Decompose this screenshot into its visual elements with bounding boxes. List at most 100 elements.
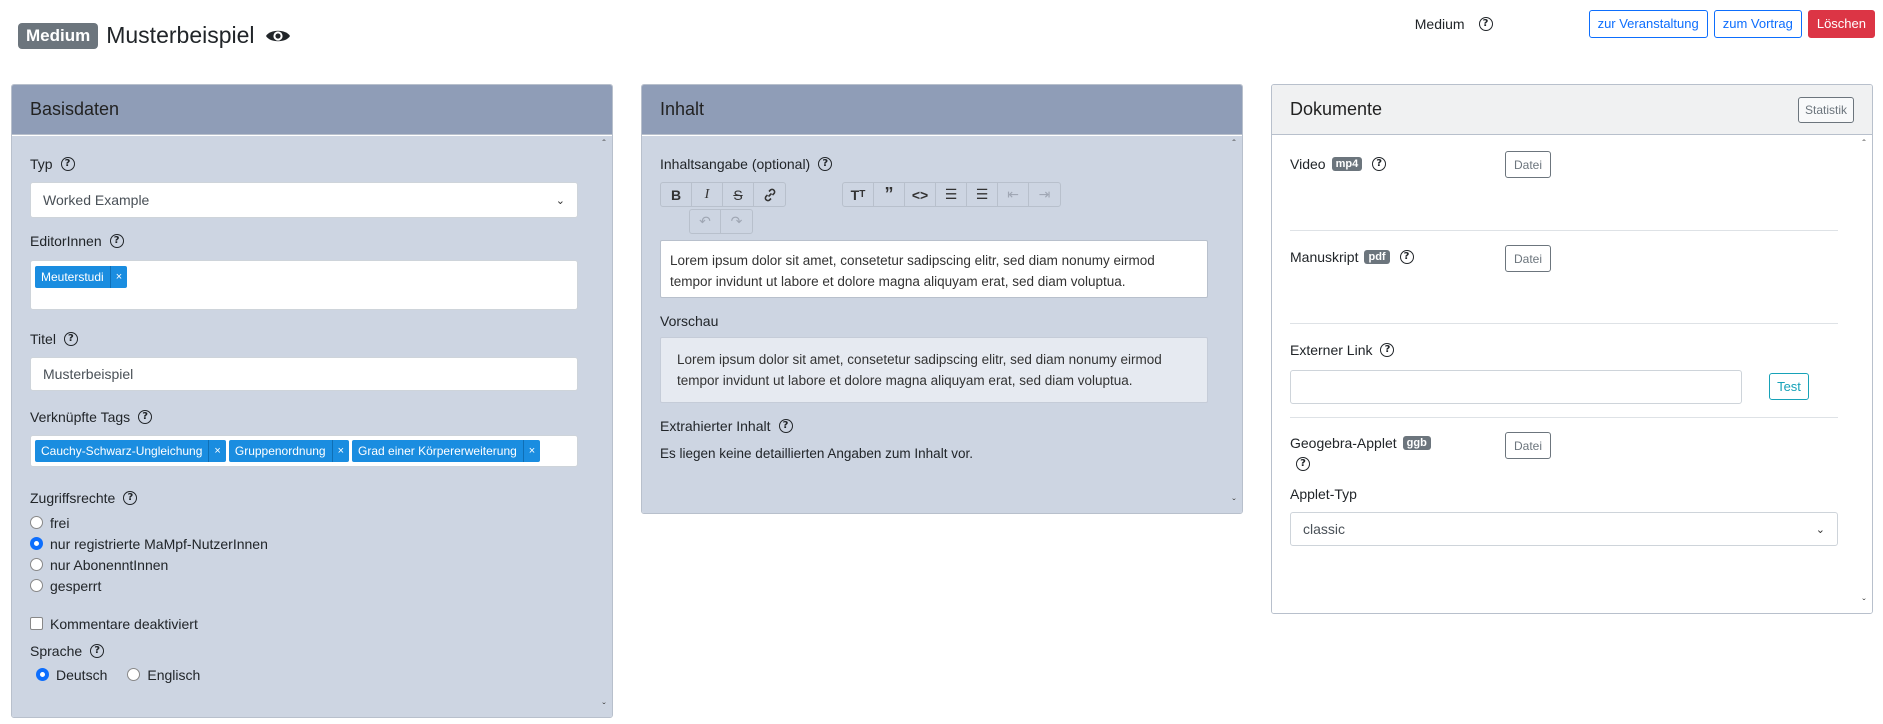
typ-label: Typ ? <box>30 156 75 172</box>
editors-label: EditorInnen ? <box>30 233 124 249</box>
scroll-up-icon[interactable]: ˆ <box>599 140 609 150</box>
language-options: Deutsch Englisch <box>36 664 200 685</box>
help-icon[interactable]: ? <box>60 157 75 171</box>
undo-icon[interactable]: ↶ <box>690 210 721 233</box>
editors-input[interactable]: Meuterstudi × <box>30 260 578 310</box>
radio-button[interactable] <box>30 558 43 571</box>
preview-label: Vorschau <box>660 313 719 329</box>
extracted-label-text: Extrahierter Inhalt <box>660 418 771 434</box>
access-options: frei nur registrierte MaMpf-NutzerInnen … <box>30 512 268 596</box>
link-icon[interactable] <box>754 183 785 206</box>
to-event-button[interactable]: zur Veranstaltung <box>1588 10 1708 38</box>
language-option-de[interactable]: Deutsch <box>36 664 107 685</box>
access-option-subscribers[interactable]: nur AbonenntInnen <box>30 554 268 575</box>
statistics-button[interactable]: Statistik <box>1797 96 1854 123</box>
radio-button[interactable] <box>36 668 49 681</box>
remove-tag-icon[interactable]: × <box>331 440 349 462</box>
applet-type-label: Applet-Typ <box>1290 486 1357 502</box>
help-icon[interactable]: ? <box>109 234 124 248</box>
scroll-up-icon[interactable]: ˆ <box>1229 140 1239 150</box>
outdent-icon[interactable]: ⇤ <box>998 183 1029 206</box>
toolbar-block-group: TT ” <> ☰ ☰ ⇤ ⇥ <box>842 182 1061 207</box>
title-area: Medium Musterbeispiel <box>18 22 291 49</box>
language-option-en[interactable]: Englisch <box>127 664 200 685</box>
typ-select-value: Worked Example <box>43 192 150 208</box>
geogebra-label-text: Geogebra-Applet <box>1290 435 1397 451</box>
access-option-free[interactable]: frei <box>30 512 268 533</box>
radio-button[interactable] <box>30 537 43 550</box>
heading-icon[interactable]: TT <box>843 183 874 206</box>
dokumente-card: Dokumente Statistik Video mp4 ? Datei Ma… <box>1271 84 1873 614</box>
summary-editor[interactable]: Lorem ipsum dolor sit amet, consetetur s… <box>660 240 1208 298</box>
eye-icon[interactable] <box>265 26 291 46</box>
help-icon[interactable]: ? <box>778 419 793 433</box>
bold-icon[interactable]: B <box>661 183 692 206</box>
applet-type-select[interactable]: classic ⌄ <box>1290 512 1838 546</box>
radio-button[interactable] <box>30 516 43 529</box>
help-icon[interactable]: ? <box>1380 343 1395 357</box>
mp4-badge: mp4 <box>1331 157 1363 171</box>
summary-label: Inhaltsangabe (optional) ? <box>660 156 833 172</box>
help-icon[interactable]: ? <box>63 332 78 346</box>
help-icon[interactable]: ? <box>1372 157 1387 171</box>
indent-icon[interactable]: ⇥ <box>1029 183 1060 206</box>
bullet-list-icon[interactable]: ☰ <box>936 183 967 206</box>
tags-input[interactable]: Cauchy-Schwarz-Ungleichung × Gruppenordn… <box>30 435 578 467</box>
code-icon[interactable]: <> <box>905 183 936 206</box>
delete-button[interactable]: Löschen <box>1807 10 1875 38</box>
scrollbar[interactable]: ˆ ˇ <box>1226 136 1242 513</box>
help-icon[interactable]: ? <box>1296 457 1310 471</box>
editor-tag: Meuterstudi × <box>35 266 128 288</box>
scroll-down-icon[interactable]: ˇ <box>1229 499 1239 509</box>
titel-input[interactable]: Musterbeispiel <box>30 357 578 391</box>
inhalt-body: Inhaltsangabe (optional) ? B I S TT ” <>… <box>642 136 1242 513</box>
access-option-locked[interactable]: gesperrt <box>30 575 268 596</box>
toolbar-history-group: ↶ ↷ <box>689 209 753 234</box>
video-file-button[interactable]: Datei <box>1505 151 1551 178</box>
language-option-label: Deutsch <box>56 666 108 683</box>
access-label: Zugriffsrechte ? <box>30 490 138 506</box>
test-link-button[interactable]: Test <box>1769 373 1809 400</box>
chevron-down-icon: ⌄ <box>555 194 565 207</box>
help-icon[interactable]: ? <box>90 644 105 658</box>
editors-label-text: EditorInnen <box>30 233 102 249</box>
access-option-label: nur registrierte MaMpf-NutzerInnen <box>50 535 268 552</box>
language-label-text: Sprache <box>30 643 83 659</box>
redo-icon[interactable]: ↷ <box>721 210 752 233</box>
tag-chip: Cauchy-Schwarz-Ungleichung × <box>35 440 226 462</box>
typ-select[interactable]: Worked Example ⌄ <box>30 182 578 218</box>
basisdaten-header: Basisdaten <box>12 85 612 135</box>
tag-chip-label: Gruppenordnung <box>234 444 326 458</box>
radio-button[interactable] <box>127 668 141 681</box>
applet-type-value: classic <box>1303 521 1346 537</box>
manuscript-file-button[interactable]: Datei <box>1505 245 1551 272</box>
help-icon[interactable]: ? <box>818 157 833 171</box>
quote-icon[interactable]: ” <box>874 183 905 206</box>
to-talk-button[interactable]: zum Vortrag <box>1713 10 1802 38</box>
remove-tag-icon[interactable]: × <box>109 266 127 288</box>
numbered-list-icon[interactable]: ☰ <box>967 183 998 206</box>
radio-button[interactable] <box>30 579 43 592</box>
external-link-input[interactable] <box>1290 370 1742 404</box>
header-actions: Medium ? zur Veranstaltung zum Vortrag L… <box>1415 10 1875 38</box>
help-icon[interactable]: ? <box>1478 17 1493 31</box>
divider <box>1290 323 1838 324</box>
checkbox[interactable] <box>30 617 43 630</box>
scrollbar[interactable]: ˆ ˇ <box>596 136 612 717</box>
strikethrough-icon[interactable]: S <box>723 183 754 206</box>
help-icon[interactable]: ? <box>123 491 138 505</box>
scroll-down-icon[interactable]: ˇ <box>1859 599 1869 609</box>
scroll-down-icon[interactable]: ˇ <box>599 703 609 713</box>
scroll-up-icon[interactable]: ˆ <box>1859 140 1869 150</box>
scrollbar[interactable]: ˆ ˇ <box>1856 136 1872 613</box>
help-icon[interactable]: ? <box>1399 250 1414 264</box>
remove-tag-icon[interactable]: × <box>522 440 540 462</box>
typ-label-text: Typ <box>30 156 53 172</box>
geogebra-file-button[interactable]: Datei <box>1505 432 1551 459</box>
help-icon[interactable]: ? <box>138 410 153 424</box>
remove-tag-icon[interactable]: × <box>208 440 225 462</box>
comments-disabled-checkbox[interactable]: Kommentare deaktiviert <box>30 613 198 634</box>
italic-icon[interactable]: I <box>692 183 723 206</box>
access-option-registered[interactable]: nur registrierte MaMpf-NutzerInnen <box>30 533 268 554</box>
tag-chip: Gruppenordnung × <box>228 440 350 462</box>
